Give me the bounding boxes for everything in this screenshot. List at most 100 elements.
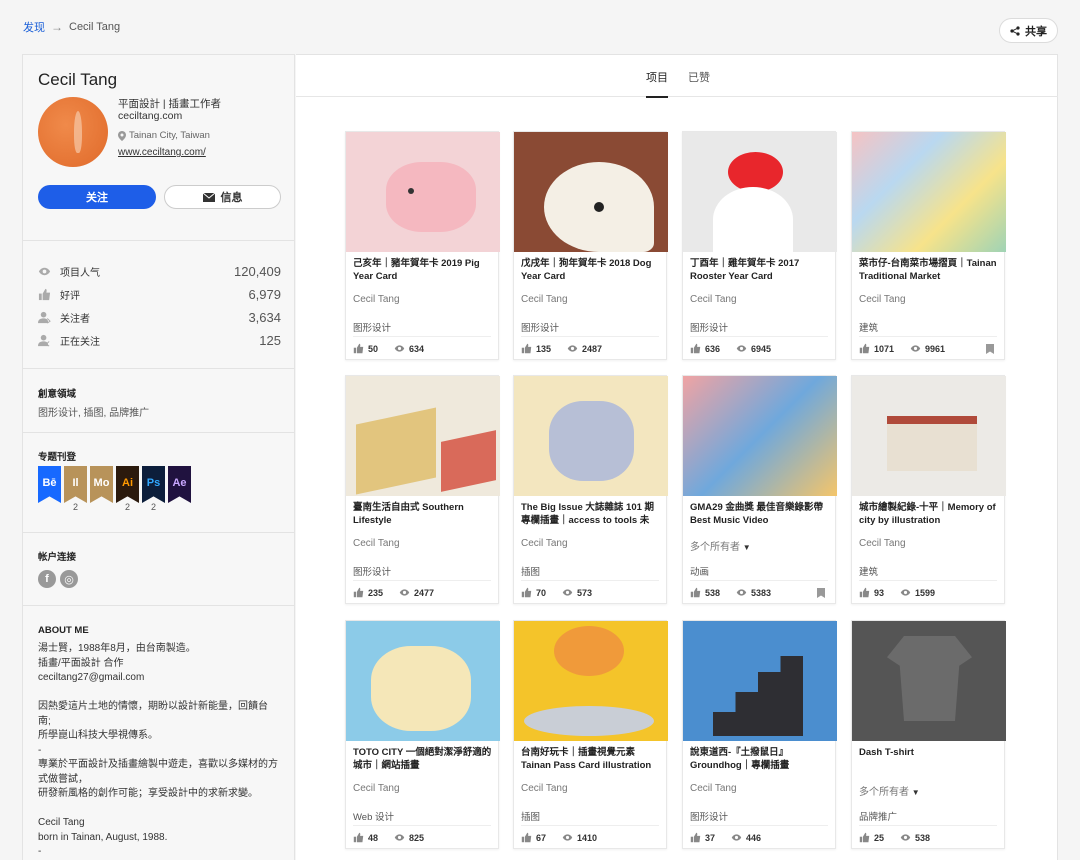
project-thumbnail[interactable] xyxy=(346,132,500,252)
project-field[interactable]: 品牌推广 xyxy=(859,809,897,823)
project-owner[interactable]: Cecil Tang xyxy=(690,783,737,794)
bookmark-icon[interactable] xyxy=(817,588,825,598)
share-button[interactable]: 共享 xyxy=(999,18,1058,43)
stat-followers[interactable]: 关注者 3,634 xyxy=(38,308,281,326)
divider xyxy=(859,580,997,581)
project-title[interactable]: 臺南生活自由式 Southern Lifestyle xyxy=(353,501,493,527)
project-thumbnail[interactable] xyxy=(852,621,1006,741)
illustration-badge[interactable]: Il 2 xyxy=(64,466,87,512)
project-title[interactable]: 丁酉年｜雞年賀年卡 2017 Rooster Year Card xyxy=(690,257,830,283)
bookmark-icon[interactable] xyxy=(986,344,994,354)
message-button[interactable]: 信息 xyxy=(164,185,281,209)
eye-icon xyxy=(38,267,51,275)
project-title[interactable]: 說東道西-『土撥鼠日』 Groundhog｜專欄插畫 xyxy=(690,746,830,772)
project-thumbnail[interactable] xyxy=(852,132,1006,252)
project-thumbnail[interactable] xyxy=(346,376,500,496)
project-thumbnail[interactable] xyxy=(683,376,837,496)
like-count: 93 xyxy=(874,587,885,598)
project-card[interactable]: 己亥年｜豬年賀年卡 2019 Pig Year Card Cecil Tang 图形… xyxy=(345,131,500,360)
project-card[interactable]: 菜市仔-台南菜市場摺頁｜Tainan Traditional Market Cec… xyxy=(851,131,1006,360)
project-card[interactable]: 台南好玩卡｜插畫視覺元素 Tainan Pass Card illustrati… xyxy=(513,620,668,849)
project-stats: 25 538 xyxy=(859,832,930,843)
project-owner[interactable]: Cecil Tang xyxy=(353,538,400,549)
about-line: 所學崑山科技大學視傳系。 xyxy=(38,730,158,741)
project-title[interactable]: 台南好玩卡｜插畫視覺元素 Tainan Pass Card illustrati… xyxy=(521,746,661,772)
project-field[interactable]: 动画 xyxy=(690,564,709,578)
project-title[interactable]: TOTO CITY 一個絕對潔淨舒適的城市｜網站插畫 xyxy=(353,746,493,772)
project-owner[interactable]: 多个所有者 ▼ xyxy=(690,538,751,553)
project-owner[interactable]: Cecil Tang xyxy=(690,294,737,305)
project-field[interactable]: 图形设计 xyxy=(690,320,728,334)
behance-badge[interactable]: Bē xyxy=(38,466,61,512)
view-count: 634 xyxy=(409,343,425,354)
project-card[interactable]: GMA29 金曲獎 最佳音樂錄影帶 Best Music Video 多个所有者 … xyxy=(682,375,837,604)
profile-website-link[interactable]: www.ceciltang.com/ xyxy=(118,147,206,158)
profile-sidebar: Cecil Tang 平面設計 | 插畫工作者 ceciltang.com Ta… xyxy=(22,54,295,860)
about-line xyxy=(38,802,283,817)
project-owner[interactable]: Cecil Tang xyxy=(859,294,906,305)
instagram-icon[interactable]: ◎ xyxy=(60,570,78,588)
like-count: 636 xyxy=(705,343,721,354)
project-owner[interactable]: Cecil Tang xyxy=(521,294,568,305)
project-field[interactable]: 插图 xyxy=(521,809,540,823)
tab-projects[interactable]: 项目 xyxy=(646,69,668,98)
project-title[interactable]: Dash T-shirt xyxy=(859,746,999,772)
breadcrumb-discover-link[interactable]: 发现 xyxy=(23,19,45,35)
project-card[interactable]: 城市繪製紀錄-十平｜Memory of city by illustration… xyxy=(851,375,1006,604)
project-card[interactable]: 說東道西-『土撥鼠日』 Groundhog｜專欄插畫 Cecil Tang 图形设计… xyxy=(682,620,837,849)
project-owner[interactable]: 多个所有者 ▼ xyxy=(859,783,920,798)
avatar[interactable] xyxy=(38,97,108,167)
project-field[interactable]: 图形设计 xyxy=(690,809,728,823)
view-count: 1410 xyxy=(577,832,598,843)
project-thumbnail[interactable] xyxy=(514,132,668,252)
project-field[interactable]: 图形设计 xyxy=(353,564,391,578)
project-field[interactable]: 图形设计 xyxy=(353,320,391,334)
project-owner[interactable]: Cecil Tang xyxy=(859,538,906,549)
project-thumbnail[interactable] xyxy=(683,132,837,252)
project-thumbnail[interactable] xyxy=(346,621,500,741)
follow-button[interactable]: 关注 xyxy=(38,185,156,209)
project-thumbnail[interactable] xyxy=(514,376,668,496)
like-count: 37 xyxy=(705,832,716,843)
project-field[interactable]: 建筑 xyxy=(859,564,878,578)
thumbs-up-icon xyxy=(690,832,701,843)
about-line: 研發新風格的創作可能；享受設計中的求新求變。 xyxy=(38,788,258,799)
motion-badge[interactable]: Mo xyxy=(90,466,113,512)
view-count: 9961 xyxy=(925,343,946,354)
project-stats: 37 446 xyxy=(690,832,761,843)
project-title[interactable]: 己亥年｜豬年賀年卡 2019 Pig Year Card xyxy=(353,257,493,283)
project-owner[interactable]: Cecil Tang xyxy=(353,294,400,305)
project-thumbnail[interactable] xyxy=(683,621,837,741)
project-owner[interactable]: Cecil Tang xyxy=(521,783,568,794)
project-thumbnail[interactable] xyxy=(514,621,668,741)
project-thumbnail[interactable] xyxy=(852,376,1006,496)
photoshop-badge[interactable]: Ps 2 xyxy=(142,466,165,512)
badge-label: Bē xyxy=(38,466,61,503)
project-title[interactable]: 菜市仔-台南菜市場摺頁｜Tainan Traditional Market xyxy=(859,257,999,283)
view-count: 825 xyxy=(409,832,425,843)
project-title[interactable]: 戊戌年｜狗年賀年卡 2018 Dog Year Card xyxy=(521,257,661,283)
project-card[interactable]: The Big Issue 大誌雜誌 101 期 專欄插畫｜access to … xyxy=(513,375,668,604)
share-label: 共享 xyxy=(1025,25,1047,38)
project-card[interactable]: 戊戌年｜狗年賀年卡 2018 Dog Year Card Cecil Tang 图形… xyxy=(513,131,668,360)
project-title[interactable]: The Big Issue 大誌雜誌 101 期 專欄插畫｜access to … xyxy=(521,501,661,527)
project-field[interactable]: 插图 xyxy=(521,564,540,578)
tab-appreciated[interactable]: 已赞 xyxy=(688,69,710,85)
project-field[interactable]: 图形设计 xyxy=(521,320,559,334)
stat-following[interactable]: 正在关注 125 xyxy=(38,331,281,349)
project-title[interactable]: 城市繪製紀錄-十平｜Memory of city by illustration xyxy=(859,501,999,527)
facebook-icon[interactable]: f xyxy=(38,570,56,588)
project-card[interactable]: Dash T-shirt 多个所有者 ▼ 品牌推广 25 538 xyxy=(851,620,1006,849)
like-count: 135 xyxy=(536,343,552,354)
project-title[interactable]: GMA29 金曲獎 最佳音樂錄影帶 Best Music Video xyxy=(690,501,830,527)
project-owner[interactable]: Cecil Tang xyxy=(353,783,400,794)
project-card[interactable]: 臺南生活自由式 Southern Lifestyle Cecil Tang 图形设计… xyxy=(345,375,500,604)
project-field[interactable]: Web 设计 xyxy=(353,809,394,823)
after-effects-badge[interactable]: Ae xyxy=(168,466,191,512)
project-field[interactable]: 建筑 xyxy=(859,320,878,334)
project-card[interactable]: TOTO CITY 一個絕對潔淨舒適的城市｜網站插畫 Cecil Tang Web … xyxy=(345,620,500,849)
project-owner[interactable]: Cecil Tang xyxy=(521,538,568,549)
illustrator-badge[interactable]: Ai 2 xyxy=(116,466,139,512)
about-line: - xyxy=(38,846,42,857)
project-card[interactable]: 丁酉年｜雞年賀年卡 2017 Rooster Year Card Cecil Ta… xyxy=(682,131,837,360)
